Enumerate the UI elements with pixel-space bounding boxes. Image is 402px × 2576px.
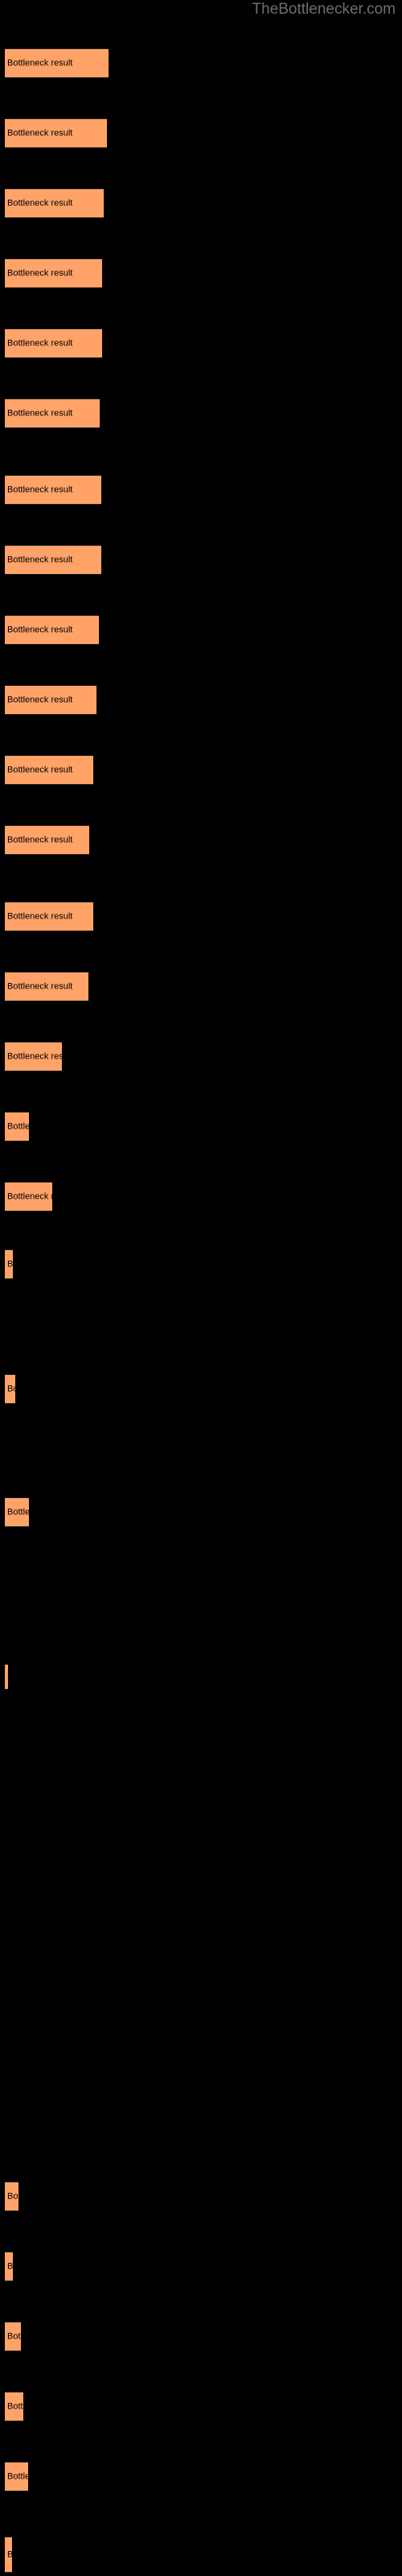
bar-label: Bottleneck result: [7, 58, 73, 68]
bottleneck-bar-chart: Bottleneck result Bottleneck result Bottle…: [0, 0, 402, 2576]
bar-label: Bottleneck result: [7, 1121, 29, 1131]
bar-bottleneck-result[interactable]: Bottleneck result: [5, 972, 88, 1001]
bar-bottleneck-result[interactable]: Bottleneck result: [5, 2252, 13, 2281]
bar-row: Bottleneck result: [5, 1112, 29, 1141]
bar-bottleneck-result[interactable]: Bottleneck result: [5, 328, 102, 358]
bar-bottleneck-result[interactable]: Bottleneck result: [5, 398, 100, 428]
bar-label: Bottleneck result: [7, 198, 73, 208]
bar-row: Bottleneck result: [5, 1249, 13, 1279]
bar-bottleneck-result[interactable]: Bottleneck result: [5, 1042, 62, 1071]
bar-bottleneck-result[interactable]: Bottleneck result: [5, 685, 96, 715]
bar-row: Bottleneck result: [5, 902, 93, 931]
bar-label: Bottleneck result: [7, 2331, 21, 2341]
bar-bottleneck-result[interactable]: Bottleneck result: [5, 2537, 12, 2573]
bar-bottleneck-result[interactable]: Bottleneck result: [5, 2462, 28, 2491]
bar-label: Bottleneck result: [7, 765, 73, 774]
bar-row: Bottleneck result: [5, 2392, 23, 2421]
bar-bottleneck-result[interactable]: Bottleneck result: [5, 1182, 52, 1212]
bar-bottleneck-result[interactable]: Bottleneck result: [5, 475, 101, 505]
bar-row: Bottleneck result: [5, 545, 101, 575]
bar-row: Bottleneck result: [5, 685, 96, 715]
bar-bottleneck-result[interactable]: Bottleneck result: [5, 118, 107, 148]
bar-label: Bottleneck result: [7, 1259, 13, 1269]
bar-row: Bottleneck result: [5, 972, 88, 1001]
bar-label: Bottleneck result: [7, 408, 73, 418]
bar-label: Bottleneck result: [7, 911, 73, 921]
bar-row: Bottleneck result: [5, 475, 101, 505]
bar-label: Bottleneck result: [7, 2261, 13, 2271]
bar-label: Bottleneck result: [7, 268, 73, 278]
bar-label: Bottleneck result: [7, 981, 73, 991]
bar-row: Bottleneck result: [5, 1374, 15, 1404]
bar-label: Bottleneck result: [7, 1672, 8, 1682]
bar-row: Bottleneck result: [5, 1182, 52, 1212]
bar-label: Bottleneck result: [7, 695, 73, 704]
bar-row: Bottleneck result: [5, 2462, 28, 2491]
bar-row: Bottleneck result: [5, 825, 89, 855]
bar-bottleneck-result[interactable]: Bottleneck result: [5, 2182, 18, 2211]
bar-bottleneck-result[interactable]: Bottleneck result: [5, 1249, 13, 1279]
bar-label: Bottleneck result: [7, 1384, 15, 1393]
bar-bottleneck-result[interactable]: Bottleneck result: [5, 615, 99, 645]
bar-row: Bottleneck result: [5, 1664, 8, 1690]
bar-row: Bottleneck result: [5, 1042, 62, 1071]
bar-row: Bottleneck result: [5, 2182, 18, 2211]
bar-row: Bottleneck result: [5, 2537, 12, 2573]
bar-label: Bottleneck result: [7, 555, 73, 564]
bar-bottleneck-result[interactable]: Bottleneck result: [5, 1374, 15, 1404]
bar-bottleneck-result[interactable]: Bottleneck result: [5, 2322, 21, 2351]
bar-row: Bottleneck result: [5, 328, 102, 358]
bar-label: Bottleneck result: [7, 485, 73, 494]
bar-bottleneck-result[interactable]: Bottleneck result: [5, 1664, 8, 1690]
bar-bottleneck-result[interactable]: Bottleneck result: [5, 1497, 29, 1527]
bar-row: Bottleneck result: [5, 755, 93, 785]
bar-row: Bottleneck result: [5, 258, 102, 288]
bar-bottleneck-result[interactable]: Bottleneck result: [5, 258, 102, 288]
bar-bottleneck-result[interactable]: Bottleneck result: [5, 902, 93, 931]
bar-bottleneck-result[interactable]: Bottleneck result: [5, 188, 104, 218]
bar-row: Bottleneck result: [5, 615, 99, 645]
bar-row: Bottleneck result: [5, 2252, 13, 2281]
bar-label: Bottleneck result: [7, 2549, 12, 2560]
bar-bottleneck-result[interactable]: Bottleneck result: [5, 755, 93, 785]
bar-bottleneck-result[interactable]: Bottleneck result: [5, 1112, 29, 1141]
bar-row: Bottleneck result: [5, 2322, 21, 2351]
bar-label: Bottleneck result: [7, 2401, 23, 2411]
bar-bottleneck-result[interactable]: Bottleneck result: [5, 545, 101, 575]
bar-row: Bottleneck result: [5, 48, 109, 78]
bar-row: Bottleneck result: [5, 398, 100, 428]
bar-label: Bottleneck result: [7, 625, 73, 634]
bar-label: Bottleneck result: [7, 1051, 62, 1061]
bar-label: Bottleneck result: [7, 128, 73, 138]
bar-bottleneck-result[interactable]: Bottleneck result: [5, 2392, 23, 2421]
bar-label: Bottleneck result: [7, 1191, 52, 1201]
bar-label: Bottleneck result: [7, 2191, 18, 2201]
bar-label: Bottleneck result: [7, 835, 73, 844]
bar-label: Bottleneck result: [7, 338, 73, 348]
bar-row: Bottleneck result: [5, 188, 104, 218]
bar-bottleneck-result[interactable]: Bottleneck result: [5, 825, 89, 855]
bar-bottleneck-result[interactable]: Bottleneck result: [5, 48, 109, 78]
bar-label: Bottleneck result: [7, 2471, 28, 2481]
bar-label: Bottleneck result: [7, 1507, 29, 1517]
bar-row: Bottleneck result: [5, 118, 107, 148]
bar-row: Bottleneck result: [5, 1497, 29, 1527]
